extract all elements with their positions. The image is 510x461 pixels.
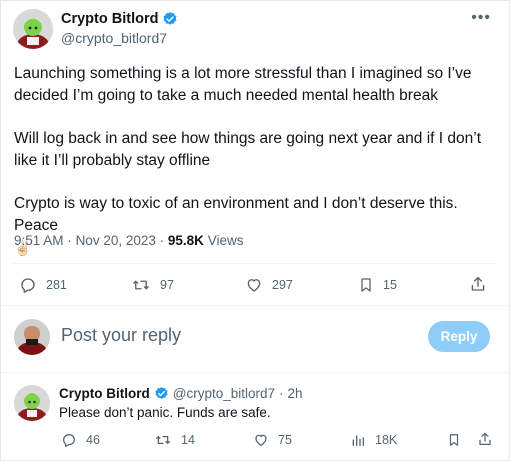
repost-count: 14 — [181, 433, 195, 447]
verified-badge-icon — [162, 11, 178, 27]
meta-separator: · — [279, 386, 284, 401]
divider — [1, 372, 509, 373]
like-action[interactable]: 297 — [245, 276, 293, 294]
analytics-icon — [350, 432, 366, 448]
reply-author-name[interactable]: Crypto Bitlord — [59, 386, 150, 401]
divider — [13, 263, 497, 264]
views-count: 18K — [375, 433, 398, 447]
tweet-body: Launching something is a lot more stress… — [14, 63, 494, 260]
meta-separator: · — [159, 233, 165, 248]
bookmark-icon — [358, 276, 374, 294]
repost-count: 97 — [160, 278, 174, 292]
reply-icon — [19, 276, 37, 294]
share-action[interactable] — [477, 431, 493, 447]
verified-badge-icon — [154, 386, 169, 401]
like-count: 297 — [272, 278, 293, 292]
author-name[interactable]: Crypto Bitlord — [61, 11, 158, 27]
like-count: 75 — [278, 433, 292, 447]
bookmark-action[interactable]: 15 — [358, 276, 397, 294]
reply-action[interactable]: 46 — [61, 432, 100, 448]
repost-action[interactable]: 14 — [154, 432, 195, 448]
heart-icon — [245, 276, 263, 294]
tweet-paragraph-text: Crypto is way to toxic of an environment… — [14, 195, 458, 234]
heart-icon — [253, 432, 269, 448]
repost-action[interactable]: 97 — [131, 276, 174, 294]
author-name-row: Crypto Bitlord — [61, 11, 178, 27]
reply-button[interactable]: Reply — [428, 321, 490, 352]
views-label: Views — [207, 233, 244, 248]
repost-icon — [131, 276, 151, 294]
reply-action[interactable]: 281 — [19, 276, 67, 294]
views-action[interactable]: 18K — [350, 432, 397, 448]
tweet-card: Crypto Bitlord @crypto_bitlord7 ••• Laun… — [0, 0, 510, 461]
reply-time[interactable]: 2h — [288, 386, 303, 401]
bookmark-action[interactable] — [447, 432, 461, 448]
share-action[interactable] — [469, 275, 487, 293]
reply-count: 281 — [46, 278, 67, 292]
more-options-icon[interactable]: ••• — [471, 10, 491, 26]
tweet-meta: 9:51 AM · Nov 20, 2023 · 95.8K Views — [14, 233, 243, 248]
author-handle[interactable]: @crypto_bitlord7 — [61, 30, 167, 46]
composer-avatar — [14, 319, 50, 355]
divider — [1, 305, 509, 306]
reply-count: 46 — [86, 433, 100, 447]
meta-separator: · — [67, 233, 72, 248]
reply-text: Please don’t panic. Funds are safe. — [59, 405, 271, 420]
views-count: 95.8K — [167, 233, 204, 248]
bookmark-count: 15 — [383, 278, 397, 292]
tweet-paragraph: Launching something is a lot more stress… — [14, 65, 472, 104]
reply-author-avatar[interactable] — [14, 385, 50, 421]
repost-icon — [154, 432, 172, 448]
reply-input[interactable]: Post your reply — [61, 325, 181, 346]
share-icon — [477, 431, 493, 447]
tweet-paragraph: Crypto is way to toxic of an environment… — [14, 193, 494, 260]
tweet-time[interactable]: 9:51 AM — [14, 233, 64, 248]
tweet-paragraph: Will log back in and see how things are … — [14, 130, 481, 169]
reply-icon — [61, 432, 77, 448]
share-icon — [469, 275, 487, 293]
tweet-date[interactable]: Nov 20, 2023 — [76, 233, 156, 248]
reply-author-handle[interactable]: @crypto_bitlord7 — [173, 386, 275, 401]
bookmark-icon — [447, 432, 461, 448]
like-action[interactable]: 75 — [253, 432, 292, 448]
author-avatar[interactable] — [13, 9, 53, 49]
reply-header: Crypto Bitlord @crypto_bitlord7 · 2h — [59, 386, 303, 401]
